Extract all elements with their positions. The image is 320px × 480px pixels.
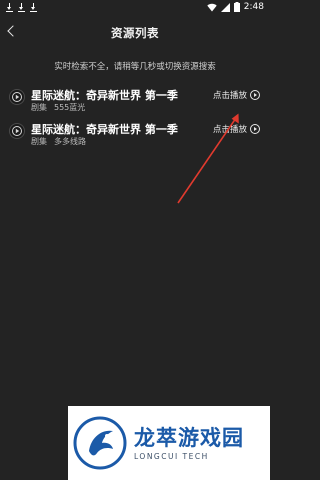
play-circle-icon xyxy=(250,90,260,100)
play-label: 点击播放 xyxy=(212,125,247,135)
top-bar: 资源列表 xyxy=(0,16,270,50)
resource-meta: 剧集 多多线路 xyxy=(31,136,86,147)
resource-title: 星际迷航：奇异新世界 第一季 xyxy=(31,123,178,136)
status-time: 2:48 xyxy=(243,2,264,12)
resource-type: 剧集 xyxy=(31,137,47,146)
play-button[interactable]: 点击播放 xyxy=(213,89,260,101)
battery-icon xyxy=(233,2,240,12)
watermark-emblem-icon xyxy=(73,416,127,470)
play-button[interactable]: 点击播放 xyxy=(213,123,260,135)
wifi-icon xyxy=(207,3,217,11)
watermark-text: 龙萃游戏园 LONGCUI TECH xyxy=(134,425,244,461)
back-arrow-icon[interactable] xyxy=(7,25,19,37)
search-notice: 实时检索不全，请稍等几秒或切换资源搜索 xyxy=(54,62,216,72)
resource-list: 星际迷航：奇异新世界 第一季 剧集 555蓝光 点击播放 星际迷航：奇异新世界 … xyxy=(0,86,270,154)
signal-icon xyxy=(220,2,230,12)
download-icon xyxy=(30,2,37,12)
resource-source: 555蓝光 xyxy=(54,103,86,112)
page-title: 资源列表 xyxy=(111,26,159,40)
play-circle-icon xyxy=(250,124,260,134)
resource-logo-icon xyxy=(9,123,25,139)
resource-logo-icon xyxy=(9,89,25,105)
status-system: 2:48 xyxy=(207,2,264,12)
download-icon xyxy=(18,2,25,12)
resource-source: 多多线路 xyxy=(54,137,86,146)
watermark-title: 龙萃游戏园 xyxy=(134,426,244,450)
resource-meta: 剧集 555蓝光 xyxy=(31,102,85,113)
resource-item[interactable]: 星际迷航：奇异新世界 第一季 剧集 555蓝光 点击播放 xyxy=(0,86,270,118)
play-label: 点击播放 xyxy=(212,91,247,101)
download-icon xyxy=(6,2,13,12)
watermark-logo: 龙萃游戏园 LONGCUI TECH xyxy=(68,406,270,480)
resource-title: 星际迷航：奇异新世界 第一季 xyxy=(31,89,178,102)
watermark-subtitle: LONGCUI TECH xyxy=(134,452,209,461)
resource-type: 剧集 xyxy=(31,103,47,112)
status-notifications xyxy=(6,2,37,12)
resource-item[interactable]: 星际迷航：奇异新世界 第一季 剧集 多多线路 点击播放 xyxy=(0,120,270,152)
status-bar: 2:48 xyxy=(0,0,270,14)
